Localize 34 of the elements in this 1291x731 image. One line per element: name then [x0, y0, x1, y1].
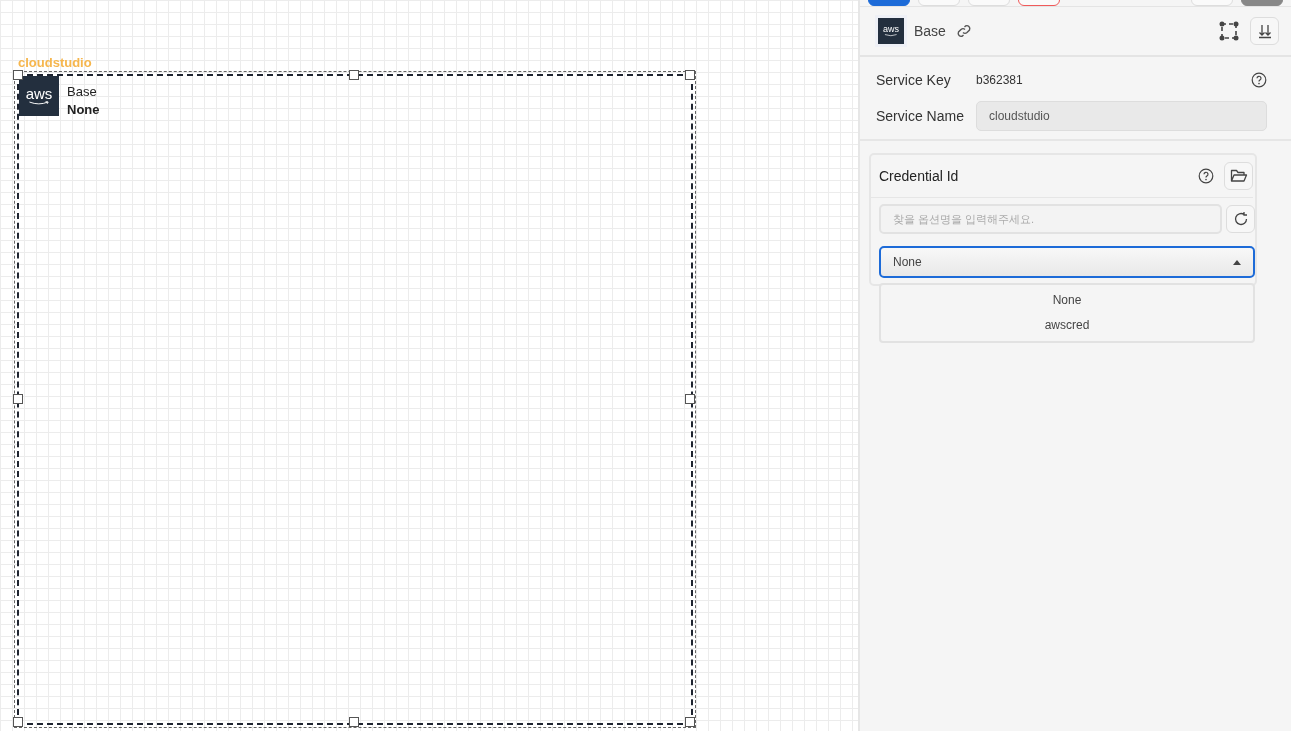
help-icon[interactable]: [1198, 168, 1214, 184]
node-title: Base: [67, 83, 98, 101]
sort-button[interactable]: [1250, 17, 1279, 45]
resize-handle[interactable]: [685, 717, 695, 727]
credential-select[interactable]: None: [879, 246, 1255, 278]
search-field[interactable]: 찾을 옵션명을 입력해주세요.: [879, 204, 1222, 234]
refresh-button[interactable]: [1226, 205, 1255, 233]
dropdown-option[interactable]: awscred: [881, 313, 1253, 338]
down-arrows-icon: [1256, 23, 1273, 39]
node-subtitle: None: [67, 101, 100, 119]
resize-handle[interactable]: [349, 70, 359, 80]
caret-icon: [1233, 259, 1241, 265]
service-name-field[interactable]: cloudstudio: [976, 101, 1267, 131]
open-folder-button[interactable]: [1224, 162, 1253, 190]
field-label: Service Key: [876, 72, 952, 88]
resize-handle[interactable]: [13, 717, 23, 727]
group-label: cloudstudio: [18, 55, 92, 70]
resize-handle[interactable]: [13, 393, 23, 404]
refresh-icon: [1232, 211, 1249, 227]
resize-handle[interactable]: [685, 70, 695, 80]
dropdown-option[interactable]: None: [881, 288, 1253, 313]
resize-handle[interactable]: [13, 70, 23, 80]
service-title: Base: [914, 23, 946, 39]
link-icon[interactable]: [955, 23, 972, 39]
nodes-frame-icon[interactable]: [1218, 20, 1240, 42]
aws-logo: aws: [19, 76, 59, 116]
field-label: Service Name: [876, 108, 965, 124]
resize-handle[interactable]: [685, 393, 695, 404]
resize-handle[interactable]: [349, 717, 359, 727]
service-key-value: b362381: [976, 73, 1023, 87]
help-icon[interactable]: [1251, 72, 1267, 88]
aws-logo: aws: [878, 18, 904, 44]
credential-label: Credential Id: [879, 168, 959, 184]
folder-icon: [1229, 168, 1248, 184]
